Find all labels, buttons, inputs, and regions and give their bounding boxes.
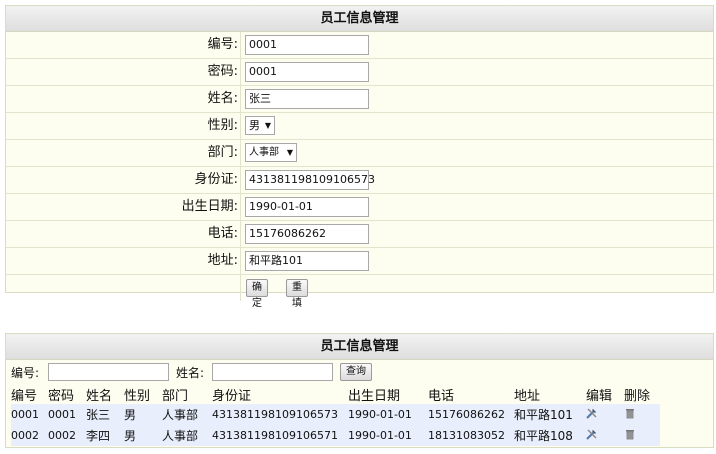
form-row-birth-date: 出生日期: 1990-01-01: [6, 194, 713, 221]
name-input[interactable]: 张三: [245, 89, 369, 109]
password-input[interactable]: 0001: [245, 62, 369, 82]
form-row-id: 编号: 0001: [6, 32, 713, 59]
search-bar: 编号: 姓名: 查询: [6, 360, 713, 384]
delete-button[interactable]: [624, 425, 660, 446]
cell-name: 张三: [86, 404, 124, 425]
trash-icon: [626, 409, 634, 419]
form-row-buttons: 确定 重填: [6, 275, 713, 309]
form-title: 员工信息管理: [6, 6, 713, 32]
cell-password: 0002: [48, 425, 86, 446]
cell-id: 0001: [11, 404, 48, 425]
column-header: 性别: [124, 388, 151, 404]
delete-button[interactable]: [624, 404, 660, 425]
cell-password: 0001: [48, 404, 86, 425]
employee-table: 编号 密码 姓名 性别 部门 身份证 出生日期 电话 地址 编辑 删除 0001…: [11, 384, 660, 446]
gender-select[interactable]: 男 ▼: [245, 116, 275, 135]
query-button[interactable]: 查询: [340, 363, 372, 381]
employee-list-panel: 员工信息管理 编号: 姓名: 查询 编号 密码 姓名 性别 部门 身份证 出生日…: [5, 333, 714, 448]
form-row-address: 地址: 和平路101: [6, 248, 713, 275]
confirm-button[interactable]: 确定: [246, 279, 268, 309]
search-name-label: 姓名:: [176, 366, 205, 380]
cell-id: 0002: [11, 425, 48, 446]
cell-department: 人事部: [162, 404, 212, 425]
cell-department: 人事部: [162, 425, 212, 446]
trash-icon: [626, 430, 634, 440]
column-header: 删除: [624, 388, 651, 404]
edit-tools-icon: [586, 429, 597, 440]
edit-button[interactable]: [586, 404, 624, 425]
table-header-row: 编号 密码 姓名 性别 部门 身份证 出生日期 电话 地址 编辑 删除: [11, 384, 660, 404]
form-row-gender: 性别: 男 ▼: [6, 113, 713, 140]
department-label: 部门:: [6, 140, 241, 166]
cell-phone: 18131083052: [428, 425, 514, 446]
search-id-label: 编号:: [11, 366, 40, 380]
table-row: 0002 0002 李四 男 人事部 431381198109106571 19…: [11, 425, 660, 446]
cell-id-card: 431381198109106573: [212, 404, 348, 425]
column-header: 地址: [514, 388, 541, 404]
name-label: 姓名:: [6, 86, 241, 112]
column-header: 姓名: [86, 388, 113, 404]
cell-address: 和平路101: [514, 404, 586, 425]
edit-tools-icon: [586, 408, 597, 419]
column-header: 电话: [428, 388, 455, 404]
table-row: 0001 0001 张三 男 人事部 431381198109106573 19…: [11, 404, 660, 425]
cell-name: 李四: [86, 425, 124, 446]
column-header: 密码: [48, 388, 75, 404]
form-row-phone: 电话: 15176086262: [6, 221, 713, 248]
column-header: 身份证: [212, 388, 252, 404]
cell-birth-date: 1990-01-01: [348, 425, 428, 446]
edit-button[interactable]: [586, 425, 624, 446]
search-name-input[interactable]: [212, 363, 333, 381]
department-select[interactable]: 人事部 ▼: [245, 143, 297, 162]
id-card-input[interactable]: 431381198109106573: [245, 170, 375, 190]
birth-date-label: 出生日期:: [6, 194, 241, 220]
id-input[interactable]: 0001: [245, 35, 369, 55]
gender-label: 性别:: [6, 113, 241, 139]
column-header: 部门: [162, 388, 189, 404]
cell-gender: 男: [124, 425, 162, 446]
column-header: 编号: [11, 388, 38, 404]
column-header: 出生日期: [348, 388, 401, 404]
list-title: 员工信息管理: [6, 334, 713, 360]
id-label: 编号:: [6, 32, 241, 58]
phone-input[interactable]: 15176086262: [245, 224, 369, 244]
id-card-label: 身份证:: [6, 167, 241, 193]
form-row-department: 部门: 人事部 ▼: [6, 140, 713, 167]
form-row-password: 密码: 0001: [6, 59, 713, 86]
gender-select-value: 男: [249, 119, 260, 132]
column-header: 编辑: [586, 388, 613, 404]
department-select-value: 人事部: [249, 147, 279, 158]
form-row-name: 姓名: 张三: [6, 86, 713, 113]
address-input[interactable]: 和平路101: [245, 251, 369, 271]
cell-id-card: 431381198109106571: [212, 425, 348, 446]
reset-button[interactable]: 重填: [286, 279, 308, 309]
cell-address: 和平路108: [514, 425, 586, 446]
address-label: 地址:: [6, 248, 241, 274]
dropdown-arrow-icon: ▼: [264, 121, 271, 130]
search-id-input[interactable]: [48, 363, 169, 381]
cell-birth-date: 1990-01-01: [348, 404, 428, 425]
employee-form-panel: 员工信息管理 编号: 0001 密码: 0001 姓名: 张三 性别: 男 ▼ …: [5, 5, 714, 309]
dropdown-arrow-icon: ▼: [286, 148, 293, 157]
password-label: 密码:: [6, 59, 241, 85]
form-row-id-card: 身份证: 431381198109106573: [6, 167, 713, 194]
phone-label: 电话:: [6, 221, 241, 247]
cell-phone: 15176086262: [428, 404, 514, 425]
cell-gender: 男: [124, 404, 162, 425]
birth-date-input[interactable]: 1990-01-01: [245, 197, 369, 217]
